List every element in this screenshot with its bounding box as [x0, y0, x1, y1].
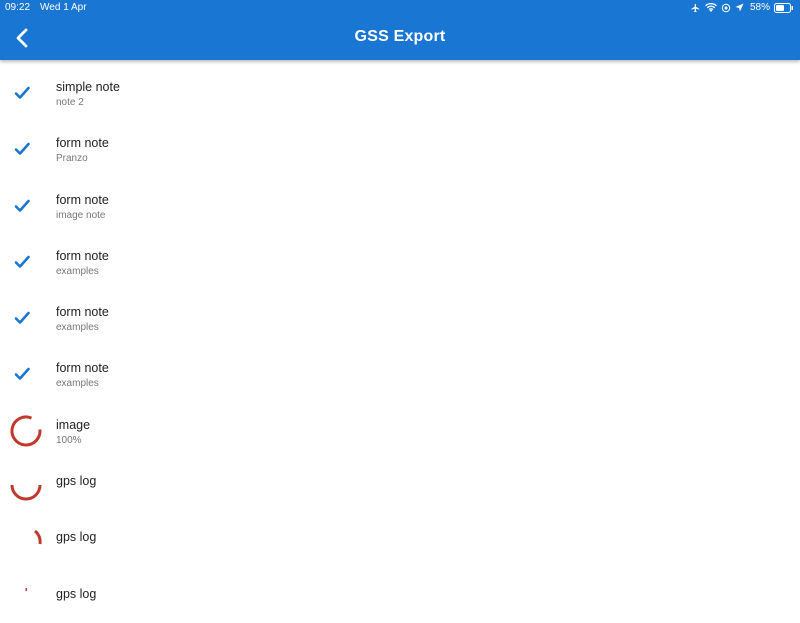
item-subtitle: image note: [56, 209, 106, 221]
item-title: simple note: [56, 80, 120, 94]
item-title: form note: [56, 192, 109, 207]
item-title: image: [56, 417, 91, 432]
export-list: simple note note 2 form note Pranzo form…: [0, 60, 800, 623]
list-item[interactable]: image 100%: [0, 398, 800, 454]
item-subtitle: examples: [56, 265, 99, 277]
status-date: Wed 1 Apr: [40, 2, 87, 13]
check-icon: [10, 306, 34, 330]
check-icon: [10, 194, 34, 218]
list-item[interactable]: form note examples: [0, 285, 800, 341]
check-icon: [10, 250, 34, 274]
location-arrow-icon: [735, 3, 744, 12]
list-item[interactable]: form note examples: [0, 341, 800, 397]
list-item[interactable]: gps log: [0, 510, 800, 566]
list-item[interactable]: simple note note 2: [0, 60, 800, 116]
item-title: form note: [56, 361, 109, 376]
item-title: form note: [56, 305, 109, 320]
list-item[interactable]: gps log: [0, 454, 800, 510]
battery-percent: 58%: [749, 2, 770, 13]
progress-spinner-icon: [10, 471, 42, 503]
item-title: gps log: [56, 530, 97, 545]
list-item[interactable]: form note image note: [0, 173, 800, 229]
progress-spinner-icon: [10, 527, 42, 559]
item-title: gps log: [56, 474, 97, 489]
list-item[interactable]: form note examples: [0, 229, 800, 285]
check-icon: [10, 137, 34, 161]
status-time: 09:22: [5, 2, 31, 13]
item-subtitle: examples: [56, 322, 99, 334]
item-subtitle: examples: [56, 378, 99, 390]
list-item[interactable]: form note Pranzo: [0, 116, 800, 172]
check-icon: [10, 81, 34, 105]
status-bar: 09:22 Wed 1 Apr 58%: [0, 0, 800, 16]
list-item[interactable]: gps log: [0, 567, 800, 623]
airplane-icon: [690, 3, 701, 13]
check-icon: [10, 362, 34, 386]
wifi-icon: [705, 2, 717, 13]
item-title: gps log: [56, 586, 97, 601]
item-title: form note: [56, 248, 109, 263]
item-subtitle: note 2: [56, 97, 84, 108]
item-title: form note: [56, 136, 109, 151]
app-bar: 09:22 Wed 1 Apr 58% GSS Export: [0, 0, 800, 60]
progress-spinner-icon: [10, 415, 42, 447]
page-title: GSS Export: [354, 28, 446, 45]
location-lock-icon: [721, 3, 731, 13]
item-subtitle: Pranzo: [56, 153, 88, 165]
battery-icon: [774, 2, 794, 13]
item-subtitle: 100%: [56, 434, 82, 446]
